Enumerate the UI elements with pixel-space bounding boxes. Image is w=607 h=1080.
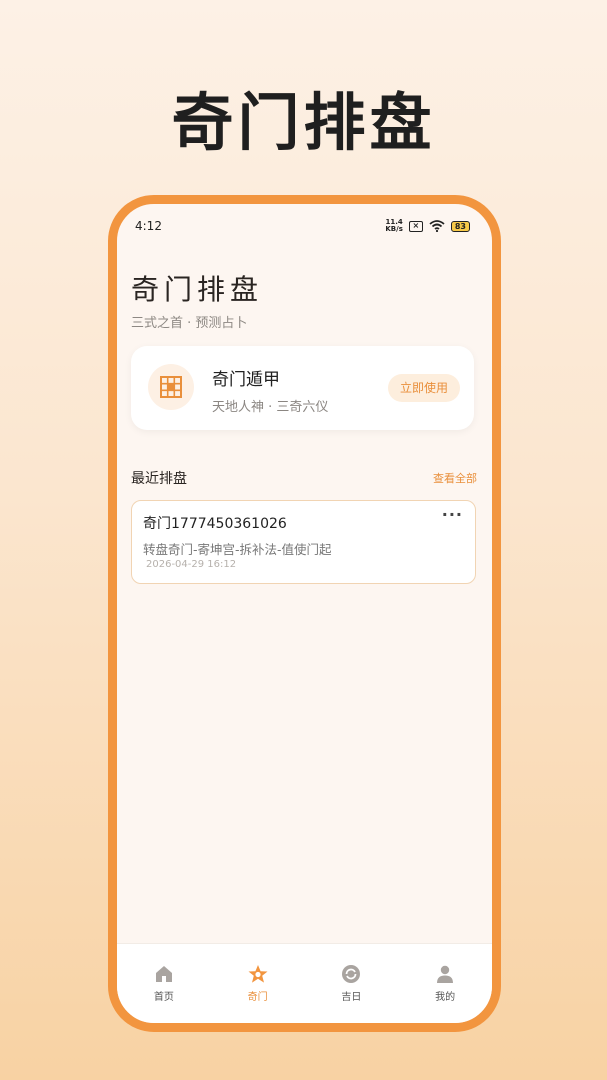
battery-indicator: 83 — [450, 220, 470, 232]
sim-off-icon: × — [408, 220, 423, 232]
status-icons: 11.4 KB/s × 83 — [385, 219, 470, 233]
view-all-link[interactable]: 查看全部 — [433, 470, 477, 486]
page-subtitle: 三式之首 · 预测占卜 — [131, 316, 248, 331]
net-speed: 11.4 KB/s — [385, 218, 403, 233]
recent-section-header: 最近排盘 查看全部 — [131, 468, 477, 488]
tab-label-home: 首页 — [153, 992, 174, 1003]
tab-auspicious-days[interactable]: 吉日 — [305, 944, 399, 1023]
tab-label-qimen: 奇门 — [247, 992, 268, 1003]
bottom-tab-bar: 首页 奇门 吉日 我的 — [117, 943, 492, 1023]
more-options-icon[interactable]: ··· — [442, 505, 463, 524]
tab-label-auspicious-days: 吉日 — [341, 992, 362, 1003]
list-item[interactable]: 奇门1777450361026 ··· 转盘奇门-寄坤宫-拆补法-值使门起 20… — [131, 500, 476, 584]
status-time: 4:12 — [135, 219, 162, 233]
record-title: 奇门1777450361026 — [143, 516, 287, 532]
record-date: 2026-04-29 16:12 — [146, 559, 237, 570]
promo-title: 奇门排盘 — [171, 86, 436, 159]
recent-section-title: 最近排盘 — [131, 471, 187, 487]
record-desc: 转盘奇门-寄坤宫-拆补法-值使门起 — [143, 542, 332, 557]
page-title: 奇门排盘 — [131, 273, 264, 306]
user-icon — [437, 965, 454, 983]
feature-desc: 天地人神 · 三奇六仪 — [212, 400, 329, 415]
tab-profile[interactable]: 我的 — [398, 944, 492, 1023]
home-icon — [155, 966, 172, 982]
tab-home[interactable]: 首页 — [117, 944, 211, 1023]
tab-qimen[interactable]: 奇门 — [211, 944, 305, 1023]
wifi-icon — [429, 220, 445, 232]
star-icon — [248, 965, 268, 983]
phone-frame: 4:12 11.4 KB/s × 83 奇门排盘 三式之首 · 预测占卜 奇门遁… — [108, 195, 501, 1032]
feature-card-qimen[interactable]: 奇门遁甲 天地人神 · 三奇六仪 立即使用 — [131, 346, 474, 430]
feature-name: 奇门遁甲 — [212, 370, 280, 390]
grid-icon — [148, 364, 194, 410]
status-bar: 4:12 11.4 KB/s × 83 — [117, 204, 492, 248]
refresh-circle-icon — [342, 965, 361, 983]
use-now-button[interactable]: 立即使用 — [387, 374, 460, 402]
tab-label-profile: 我的 — [435, 992, 456, 1003]
